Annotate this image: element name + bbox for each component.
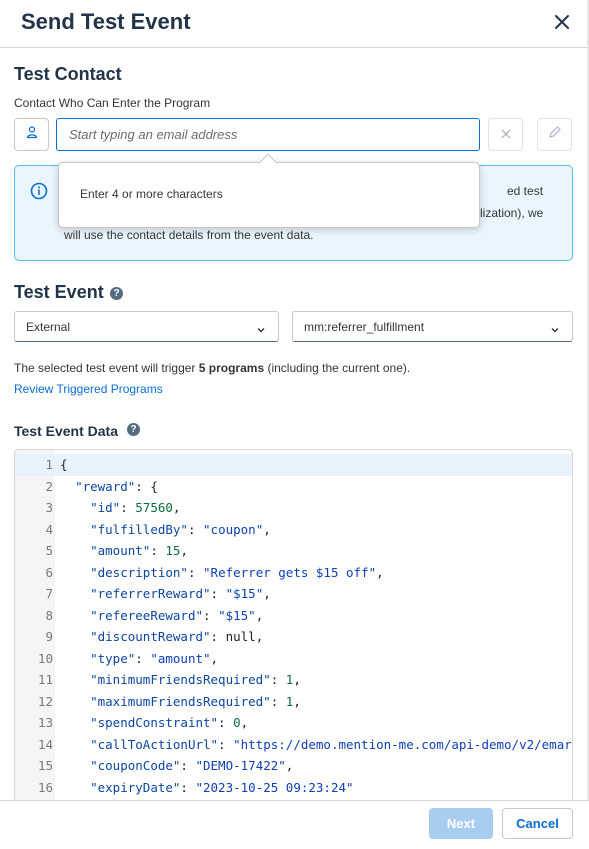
edit-contact-button[interactable] — [537, 118, 572, 151]
line-number: 9 — [45, 629, 53, 644]
line-number: 3 — [45, 500, 53, 515]
code-line[interactable]: 12 "maximumFriendsRequired": 1, — [15, 691, 572, 713]
clear-button[interactable] — [488, 118, 523, 151]
dialog-header: Send Test Event — [0, 0, 589, 48]
code-line[interactable]: 4 "fulfilledBy": "coupon", — [15, 519, 572, 541]
info-text-line1: ed test — [507, 184, 544, 198]
cancel-button[interactable]: Cancel — [502, 808, 573, 839]
help-icon[interactable]: ? — [110, 287, 123, 300]
line-number: 1 — [45, 457, 53, 472]
info-icon — [30, 182, 48, 205]
code-line[interactable]: 10 "type": "amount", — [15, 648, 572, 670]
code-text: "minimumFriendsRequired": 1, — [90, 672, 301, 687]
close-icon[interactable] — [552, 12, 572, 32]
test-event-heading: Test Event — [14, 282, 104, 302]
code-line[interactable]: 7 "referrerReward": "$15", — [15, 583, 572, 605]
email-search-input[interactable] — [56, 118, 480, 151]
trigger-prefix: The selected test event will trigger — [14, 361, 199, 375]
line-number: 8 — [45, 607, 53, 623]
code-line[interactable]: 2 "reward": { — [15, 476, 572, 498]
line-number: 16 — [37, 779, 53, 795]
line-number: 5 — [45, 543, 53, 558]
code-line[interactable]: 3 "id": 57560, — [15, 497, 572, 519]
code-text: "id": 57560, — [90, 500, 181, 515]
clear-x-icon — [501, 126, 511, 144]
event-data-heading: Test Event Data — [14, 423, 118, 439]
chevron-down-icon — [256, 322, 266, 340]
event-type-value: mm:referrer_fulfillment — [304, 320, 425, 334]
line-number: 14 — [37, 736, 53, 752]
code-line[interactable]: 5 "amount": 15, — [15, 540, 572, 562]
review-triggered-programs-link[interactable]: Review Triggered Programs — [14, 382, 163, 396]
dialog-title: Send Test Event — [21, 9, 191, 34]
line-number: 11 — [37, 672, 53, 687]
trigger-count: 5 programs — [198, 361, 265, 375]
code-text: "refereeReward": "$15", — [90, 607, 264, 623]
code-text: "expiryDate": "2023-10-25 09:23:24" — [90, 779, 354, 795]
line-number: 4 — [45, 521, 53, 537]
code-text: "callToActionUrl": "https://demo.mention… — [90, 736, 572, 752]
code-text: "type": "amount", — [90, 650, 219, 666]
chevron-down-icon — [550, 322, 560, 340]
popover-message: Enter 4 or more characters — [80, 187, 223, 201]
json-code-editor[interactable]: 1{2 "reward": {3 "id": 57560, 4 "fulfille… — [14, 449, 573, 800]
code-line[interactable]: 1{ — [15, 454, 572, 476]
line-number: 7 — [45, 586, 53, 601]
line-number: 6 — [45, 564, 53, 580]
line-number: 13 — [37, 715, 53, 730]
trigger-suffix: (including the current one). — [264, 361, 411, 375]
pencil-icon — [548, 125, 562, 144]
code-text: "spendConstraint": 0, — [90, 715, 249, 730]
code-text: "amount": 15, — [90, 543, 188, 558]
code-line[interactable]: 6 "description": "Referrer gets $15 off"… — [15, 562, 572, 584]
line-number: 10 — [37, 650, 53, 666]
dialog-footer — [0, 800, 589, 849]
code-line[interactable]: 11 "minimumFriendsRequired": 1, — [15, 669, 572, 691]
code-line[interactable]: 14 "callToActionUrl": "https://demo.ment… — [15, 734, 572, 756]
help-icon[interactable]: ? — [127, 423, 140, 436]
code-text: "reward": { — [75, 478, 158, 494]
code-text: "fulfilledBy": "coupon", — [90, 521, 271, 537]
contact-type-button[interactable] — [14, 118, 49, 151]
test-contact-heading: Test Contact — [14, 64, 122, 84]
code-text: "maximumFriendsRequired": 1, — [90, 693, 301, 709]
code-line[interactable]: 9 "discountReward": null, — [15, 626, 572, 648]
contact-label: Contact Who Can Enter the Program — [14, 96, 211, 110]
line-number: 12 — [37, 693, 53, 709]
line-number: 2 — [45, 478, 53, 494]
code-text: "discountReward": null, — [90, 629, 264, 644]
code-line[interactable]: 13 "spendConstraint": 0, — [15, 712, 572, 734]
code-text: "couponCode": "DEMO-17422", — [90, 758, 294, 773]
info-text-line2: lization), we — [480, 206, 544, 220]
next-button[interactable]: Next — [429, 808, 493, 839]
code-line[interactable]: 16 "expiryDate": "2023-10-25 09:23:24" — [15, 777, 572, 799]
code-text: "referrerReward": "$15", — [90, 586, 271, 601]
code-line[interactable]: 15 "couponCode": "DEMO-17422", — [15, 755, 572, 777]
event-type-select[interactable]: mm:referrer_fulfillment — [292, 311, 573, 342]
event-source-value: External — [26, 320, 71, 334]
person-icon — [25, 125, 39, 144]
code-text: { — [60, 457, 68, 472]
trigger-summary: The selected test event will trigger 5 p… — [14, 361, 410, 375]
code-line[interactable]: 8 "refereeReward": "$15", — [15, 605, 572, 627]
info-text-line3: will use the contact details from the ev… — [64, 228, 314, 242]
line-number: 15 — [37, 758, 53, 773]
event-source-select[interactable]: External — [14, 311, 279, 342]
code-text: "description": "Referrer gets $15 off", — [90, 564, 384, 580]
